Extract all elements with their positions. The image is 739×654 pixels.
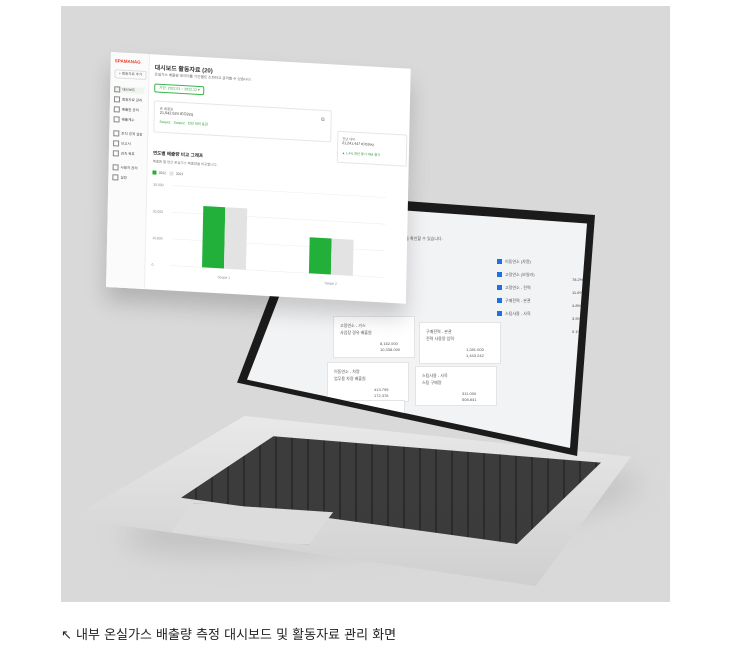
card-title: 구매전력 - 본관 xyxy=(426,329,452,334)
legend-marker xyxy=(497,259,502,264)
source-card[interactable]: 고정연소 - 가스 사업장 경유 배출원 8,152.000 10,338.00… xyxy=(333,316,415,358)
copy-icon[interactable]: ⧉ xyxy=(321,117,325,123)
summary-tag: Scope1 · Scope2 · 전년 대비 증감 xyxy=(159,119,208,127)
card-subtitle: 스팀 구매량 xyxy=(422,380,442,385)
sidebar-item-label: 배출계수 xyxy=(121,117,135,123)
period-filter[interactable]: 기간: 2022.01 ~ 2022.12 ▾ xyxy=(154,83,205,96)
sidebar-item-label: 감축 목표 xyxy=(120,151,135,157)
card-title: 고정연소 - 가스 xyxy=(340,323,366,328)
summary-value: 21,542.624 tCO2eq xyxy=(159,110,193,117)
comparison-value: 21,241.447 tCO2eq xyxy=(342,140,374,147)
sidebar: SPAMANAG + 활동자료 추가 대시보드활동자료 관리배출원 관리배출계수… xyxy=(106,52,150,290)
caption: ↖ 내부 온실가스 배출량 측정 대시보드 및 활동자료 관리 화면 xyxy=(61,628,397,643)
comparison-card: 전년 대비 21,241.447 tCO2eq ▲ 1.4% 전년 동기 대비 … xyxy=(336,130,408,167)
card-value: 4.201 xyxy=(370,421,381,426)
add-activity-button[interactable]: + 활동자료 추가 xyxy=(114,69,147,81)
card-title: 이동연소 - 차량 xyxy=(334,369,360,374)
pin-icon xyxy=(113,106,120,113)
card-title: 기타 배출원 xyxy=(330,407,350,412)
category-pct: 4.8% xyxy=(572,303,582,308)
legend-swatch xyxy=(152,170,157,175)
category-pct: 78.2% xyxy=(572,277,584,282)
legend-label: 2021 xyxy=(175,171,184,177)
sidebar-item-label: 대시보드 xyxy=(122,87,136,93)
category-label: 고정연소 (보일러) xyxy=(505,272,535,277)
card-subtitle: 사업장 기타 xyxy=(330,414,350,419)
sidebar-item[interactable]: 감축 목표 xyxy=(112,150,135,157)
list-icon xyxy=(113,96,121,103)
org-icon xyxy=(113,130,120,137)
category-pct: 11.6% xyxy=(572,290,584,295)
doc-icon xyxy=(113,140,120,147)
sidebar-item[interactable]: 사용자 관리 xyxy=(112,164,138,171)
card-value: 1,281.000 xyxy=(466,347,484,352)
brand-logo[interactable]: SPAMANAG xyxy=(115,58,141,64)
y-tick-label: 20,000 xyxy=(153,209,164,214)
summary-card: 총 배출량 21,542.624 tCO2eq Scope1 · Scope2 … xyxy=(153,100,332,143)
sidebar-item[interactable]: 활동자료 관리 xyxy=(113,96,143,104)
card-subtitle: 전력 사용량 입력 xyxy=(426,336,454,341)
user-icon xyxy=(112,164,119,171)
target-icon xyxy=(112,150,119,157)
bar-2021-1[interactable] xyxy=(330,238,354,276)
dashboard-panel: SPAMANAG + 활동자료 추가 대시보드활동자료 관리배출원 관리배출계수… xyxy=(106,52,411,304)
legend-label: 2022 xyxy=(158,170,167,176)
gear-icon xyxy=(112,174,119,181)
y-tick-label: 10,000 xyxy=(152,236,163,241)
bar-2022-1[interactable] xyxy=(308,237,332,275)
chart-subheading: 배출원 별 연간 온실가스 배출량을 비교합니다. xyxy=(152,159,218,168)
bar-2021-0[interactable] xyxy=(223,207,248,270)
source-card[interactable]: 구매전력 - 본관 전력 사용량 입력 1,281.000 1,443.242 xyxy=(419,322,501,364)
legend-marker xyxy=(497,272,502,277)
card-value: 413.795 xyxy=(374,387,389,392)
card-value: 172.376 xyxy=(374,393,389,398)
card-value: 311.000 xyxy=(462,391,477,396)
source-card[interactable]: 이동연소 - 차량 업무용 차량 배출원 413.795 172.376 xyxy=(327,362,409,402)
sidebar-item-label: 사용자 관리 xyxy=(120,165,138,171)
y-tick-label: 0 xyxy=(152,263,154,267)
mockup-stage: 배출원별 온실가스 배출량 현황입니다. 항목을 선택하면 상세 내용을 확인할… xyxy=(61,6,670,602)
sidebar-item-label: 보고서 xyxy=(121,141,131,147)
sidebar-item[interactable]: 조직 경계 설정 xyxy=(113,130,143,138)
comparison-tag: ▲ 1.4% 전년 동기 대비 증가 xyxy=(341,150,381,158)
card-subtitle: 업무용 차량 배출원 xyxy=(334,376,366,381)
y-tick-label: 30,000 xyxy=(153,183,164,188)
category-label: 구매전력 - 본관 xyxy=(505,298,531,303)
card-value: 1,443.242 xyxy=(466,353,484,358)
category-label: 고정연소 - 전력 xyxy=(505,285,531,290)
main-content: 대시보드 활동자료 (20) 온실가스 배출량 데이터를 기간별로 조회하고 관… xyxy=(150,54,411,303)
sidebar-item-label: 설정 xyxy=(120,175,127,180)
source-card[interactable]: 스팀사용 - 사옥 스팀 구매량 311.000 508.841 xyxy=(415,366,497,406)
chart-icon xyxy=(113,116,120,123)
legend-marker xyxy=(497,298,502,303)
sidebar-item[interactable]: 보고서 xyxy=(113,140,131,147)
sidebar-item[interactable]: 설정 xyxy=(112,174,127,181)
legend-marker xyxy=(497,311,502,316)
chart-legend: 2022 2021 xyxy=(152,170,183,176)
card-value: 10,338.000 xyxy=(380,347,401,352)
sidebar-item-label: 활동자료 관리 xyxy=(121,97,143,103)
emissions-bar-chart: 30,000 20,000 10,000 0 Scope 1 Scope 2 xyxy=(152,183,387,286)
card-value: 508.841 xyxy=(462,397,477,402)
grid-icon xyxy=(114,86,121,93)
x-tick-label: Scope 2 xyxy=(324,281,337,286)
sidebar-item[interactable]: 대시보드 xyxy=(114,86,145,94)
x-tick-label: Scope 1 xyxy=(218,275,231,280)
category-label: 스팀사용 - 사옥 xyxy=(505,311,531,316)
sidebar-item-label: 배출원 관리 xyxy=(121,107,139,113)
sidebar-item[interactable]: 배출계수 xyxy=(113,116,135,123)
grid-line xyxy=(172,185,387,198)
card-value: 8,152.000 xyxy=(380,341,398,346)
sidebar-item[interactable]: 배출원 관리 xyxy=(113,106,139,113)
legend-marker xyxy=(497,285,502,290)
sidebar-item-label: 조직 경계 설정 xyxy=(121,131,143,137)
bar-2022-0[interactable] xyxy=(202,205,226,269)
category-label: 이동연소 (차량) xyxy=(505,259,531,264)
card-subtitle: 사업장 경유 배출원 xyxy=(340,330,372,335)
legend-swatch xyxy=(169,171,174,176)
card-title: 스팀사용 - 사옥 xyxy=(422,373,448,378)
